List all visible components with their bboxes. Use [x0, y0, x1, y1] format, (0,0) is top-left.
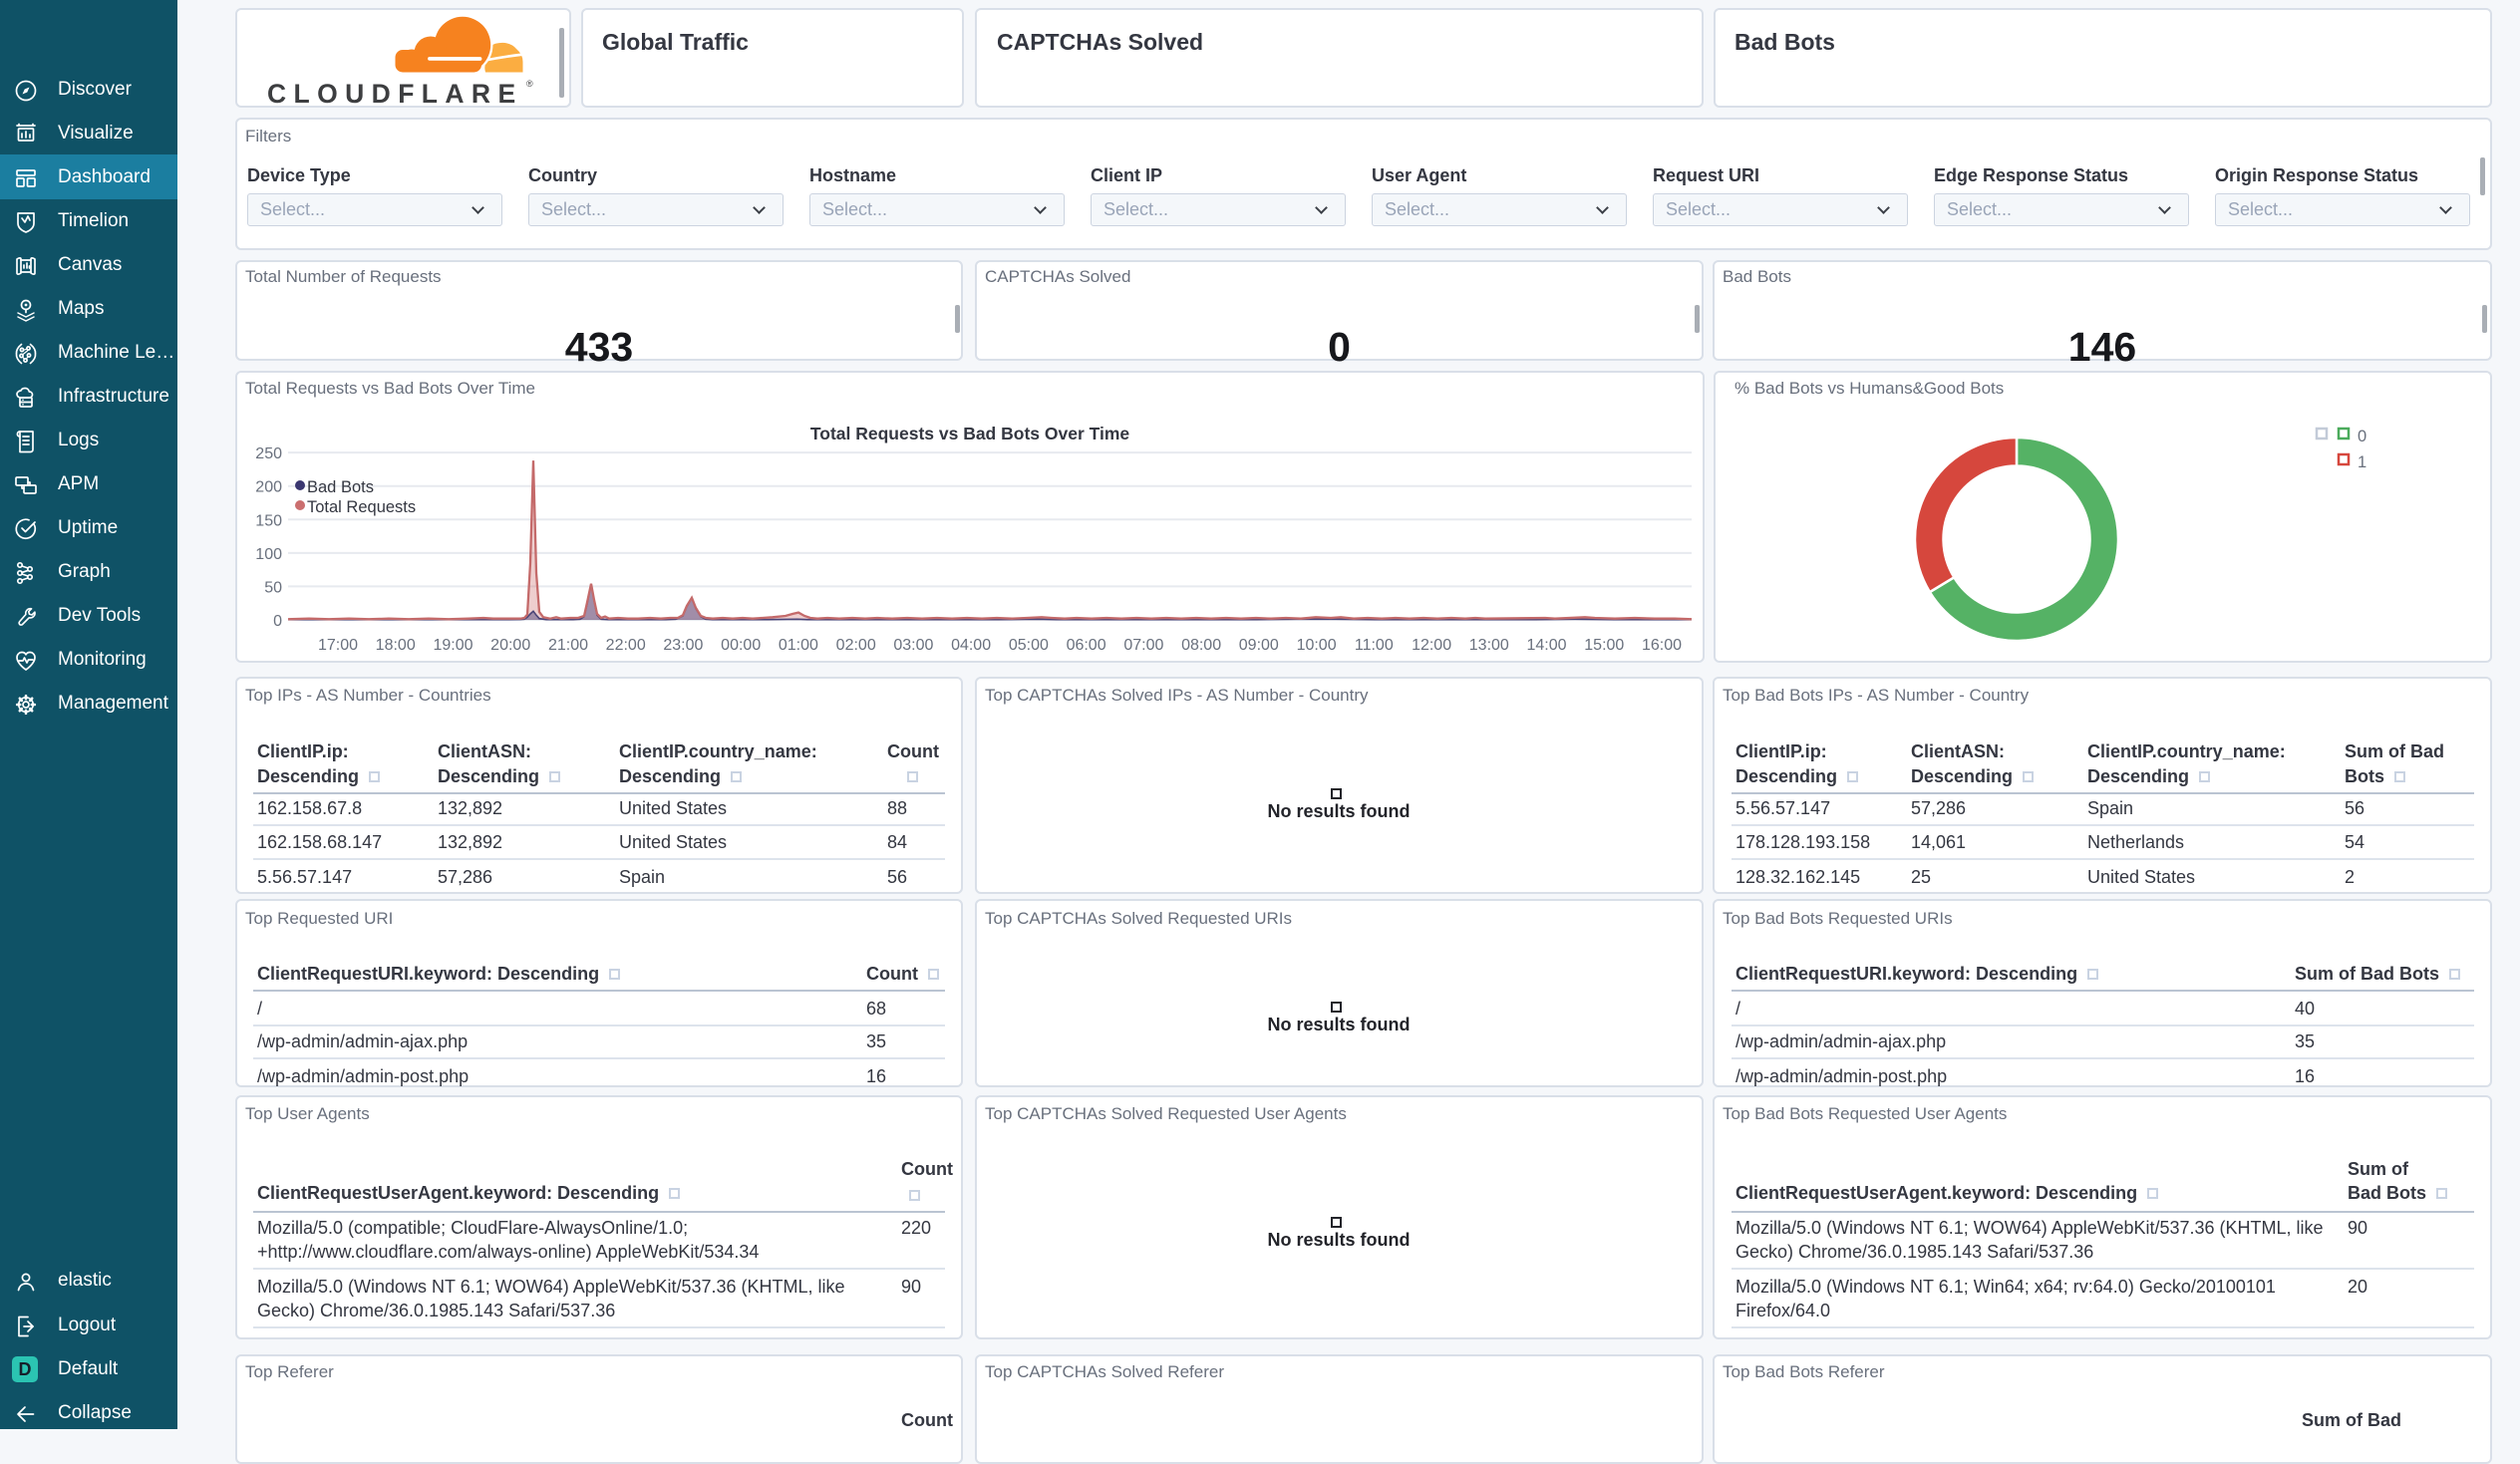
svg-text:15:00: 15:00 [1584, 637, 1624, 654]
svg-text:250: 250 [255, 445, 282, 462]
svg-text:0: 0 [2358, 428, 2366, 445]
svg-text:Bad Bots: Bad Bots [307, 478, 374, 496]
svg-text:19:00: 19:00 [433, 637, 472, 654]
svg-text:06:00: 06:00 [1067, 637, 1106, 654]
svg-text:1: 1 [2358, 453, 2366, 471]
svg-text:50: 50 [264, 579, 282, 596]
svg-text:0: 0 [273, 613, 282, 630]
svg-text:13:00: 13:00 [1469, 637, 1509, 654]
svg-text:22:00: 22:00 [606, 637, 646, 654]
svg-text:Total Requests vs Bad Bots Ove: Total Requests vs Bad Bots Over Time [810, 424, 1130, 443]
svg-text:17:00: 17:00 [318, 637, 358, 654]
svg-text:Total Requests: Total Requests [307, 498, 416, 516]
svg-text:CLOUDFLARE: CLOUDFLARE [267, 79, 523, 108]
svg-text:23:00: 23:00 [663, 637, 703, 654]
svg-text:10:00: 10:00 [1297, 637, 1337, 654]
svg-text:01:00: 01:00 [779, 637, 818, 654]
svg-text:09:00: 09:00 [1239, 637, 1279, 654]
svg-text:04:00: 04:00 [951, 637, 991, 654]
svg-text:08:00: 08:00 [1181, 637, 1221, 654]
svg-text:21:00: 21:00 [548, 637, 588, 654]
svg-text:03:00: 03:00 [893, 637, 933, 654]
svg-text:150: 150 [255, 512, 282, 529]
svg-text:05:00: 05:00 [1009, 637, 1049, 654]
svg-text:200: 200 [255, 479, 282, 496]
svg-text:20:00: 20:00 [490, 637, 530, 654]
svg-text:07:00: 07:00 [1123, 637, 1163, 654]
svg-text:16:00: 16:00 [1642, 637, 1682, 654]
svg-text:11:00: 11:00 [1355, 637, 1394, 654]
svg-text:100: 100 [255, 546, 282, 563]
svg-text:12:00: 12:00 [1412, 637, 1451, 654]
svg-text:00:00: 00:00 [721, 637, 761, 654]
svg-text:18:00: 18:00 [376, 637, 416, 654]
svg-text:02:00: 02:00 [836, 637, 876, 654]
svg-text:14:00: 14:00 [1526, 637, 1566, 654]
svg-text:®: ® [526, 79, 533, 89]
